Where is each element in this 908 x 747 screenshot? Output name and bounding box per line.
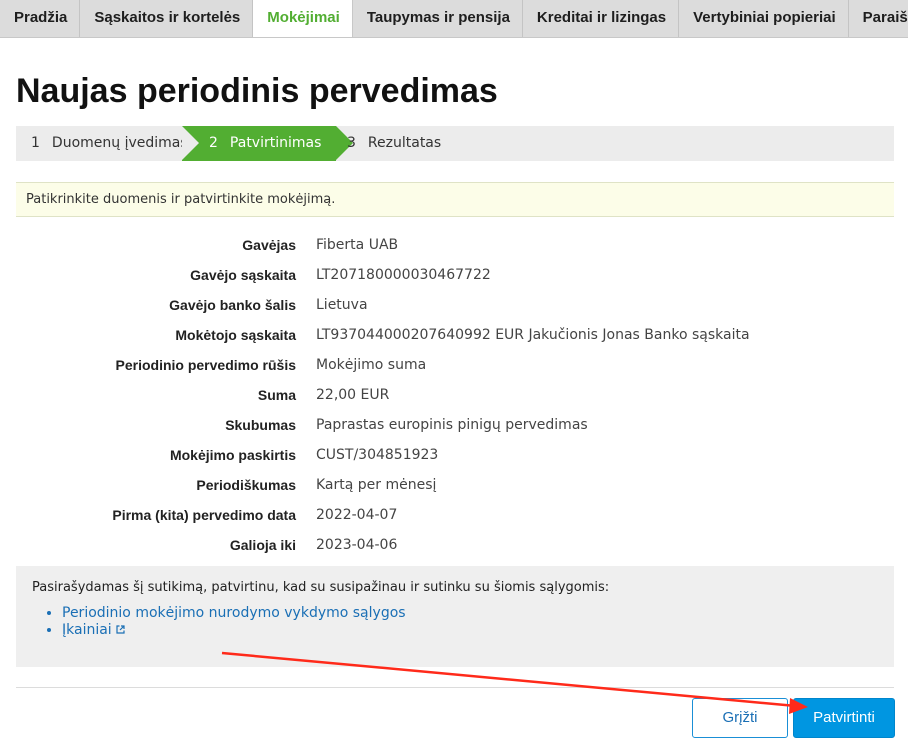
- nav-item-kreditai[interactable]: Kreditai ir lizingas: [523, 0, 680, 37]
- detail-label: Gavėjo banko šalis: [169, 297, 296, 313]
- detail-label: Periodinio pervedimo rūšis: [115, 357, 297, 373]
- back-button[interactable]: Grįžti: [692, 698, 788, 738]
- detail-label: Periodiškumas: [196, 477, 296, 493]
- detail-value: Fiberta UAB: [316, 237, 399, 253]
- step-number: 3: [347, 135, 356, 151]
- detail-value: Kartą per mėnesį: [316, 477, 437, 493]
- step-label: Duomenų įvedimas: [51, 135, 188, 151]
- nav-item-taupymas[interactable]: Taupymas ir pensija: [353, 0, 523, 37]
- detail-label: Suma: [257, 387, 296, 403]
- detail-value: Mokėjimo suma: [316, 357, 427, 373]
- nav-item-pradzia[interactable]: Pradžia: [0, 0, 81, 37]
- detail-label: Skubumas: [225, 417, 296, 433]
- detail-value: Paprastas europinis pinigų pervedimas: [316, 417, 588, 433]
- step-data-entry: 1 Duomenų įvedimas: [31, 126, 188, 161]
- nav-item-vertybiniai[interactable]: Vertybiniai popieriai: [679, 0, 849, 37]
- detail-row: Periodiškumas Kartą per mėnesį: [16, 470, 894, 500]
- nav-item-mokejimai[interactable]: Mokėjimai: [253, 0, 353, 37]
- detail-row: Gavėjo sąskaita LT207180000030467722: [16, 260, 894, 290]
- detail-label: Pirma (kita) pervedimo data: [112, 507, 296, 523]
- detail-value: 2022-04-07: [316, 507, 398, 523]
- divider: [16, 687, 894, 688]
- step-result: 3 Rezultatas: [347, 126, 441, 161]
- detail-label: Mokėjimo paskirtis: [169, 447, 296, 463]
- list-item: Įkainiai: [62, 622, 878, 639]
- agreement-box: Pasirašydamas šį sutikimą, patvirtinu, k…: [16, 566, 894, 667]
- pricing-link[interactable]: Įkainiai: [62, 622, 112, 638]
- detail-row: Gavėjas Fiberta UAB: [16, 230, 894, 260]
- step-label: Patvirtinimas: [229, 135, 322, 151]
- nav-item-paraiskos[interactable]: Paraiškos: [849, 0, 908, 37]
- step-confirmation-active: 2 Patvirtinimas: [182, 126, 353, 161]
- step-number: 2: [209, 135, 218, 151]
- detail-value: LT207180000030467722: [316, 267, 491, 283]
- detail-row: Galioja iki 2023-04-06: [16, 530, 894, 560]
- detail-value: 22,00 EUR: [316, 387, 390, 403]
- terms-link[interactable]: Periodinio mokėjimo nurodymo vykdymo sąl…: [62, 605, 406, 621]
- detail-value: 2023-04-06: [316, 537, 398, 553]
- detail-row: Pirma (kita) pervedimo data 2022-04-07: [16, 500, 894, 530]
- detail-label: Mokėtojo sąskaita: [175, 327, 296, 343]
- detail-label: Gavėjas: [242, 237, 296, 253]
- main-navigation: Pradžia Sąskaitos ir kortelės Mokėjimai …: [0, 0, 908, 38]
- progress-stepper: 1 Duomenų įvedimas 2 Patvirtinimas 3 Rezult…: [16, 126, 894, 161]
- list-item: Periodinio mokėjimo nurodymo vykdymo sąl…: [62, 605, 878, 622]
- detail-row: Skubumas Paprastas europinis pinigų perve…: [16, 410, 894, 440]
- payment-details: Gavėjas Fiberta UAB Gavėjo sąskaita LT2071…: [16, 230, 894, 560]
- nav-item-saskaitos[interactable]: Sąskaitos ir kortelės: [80, 0, 254, 37]
- detail-row: Suma 22,00 EUR: [16, 380, 894, 410]
- detail-value: LT937044000207640992 EUR Jakučionis Jona…: [316, 327, 750, 343]
- external-link-icon[interactable]: [116, 622, 125, 634]
- page-title: Naujas periodinis pervedimas: [16, 72, 498, 110]
- step-label: Rezultatas: [367, 135, 442, 151]
- detail-label: Gavėjo sąskaita: [190, 267, 296, 283]
- step-notch: [182, 126, 199, 160]
- confirm-button[interactable]: Patvirtinti: [793, 698, 895, 738]
- detail-value: Lietuva: [316, 297, 368, 313]
- detail-row: Periodinio pervedimo rūšis Mokėjimo suma: [16, 350, 894, 380]
- detail-row: Mokėjimo paskirtis CUST/304851923: [16, 440, 894, 470]
- agreement-text: Pasirašydamas šį sutikimą, patvirtinu, k…: [32, 580, 610, 595]
- info-message: Patikrinkite duomenis ir patvirtinkite m…: [16, 182, 894, 217]
- detail-label: Galioja iki: [229, 537, 296, 553]
- detail-value: CUST/304851923: [316, 447, 439, 463]
- detail-row: Gavėjo banko šalis Lietuva: [16, 290, 894, 320]
- agreement-links: Periodinio mokėjimo nurodymo vykdymo sąl…: [62, 605, 878, 639]
- step-number: 1: [31, 135, 40, 151]
- detail-row: Mokėtojo sąskaita LT937044000207640992 EU…: [16, 320, 894, 350]
